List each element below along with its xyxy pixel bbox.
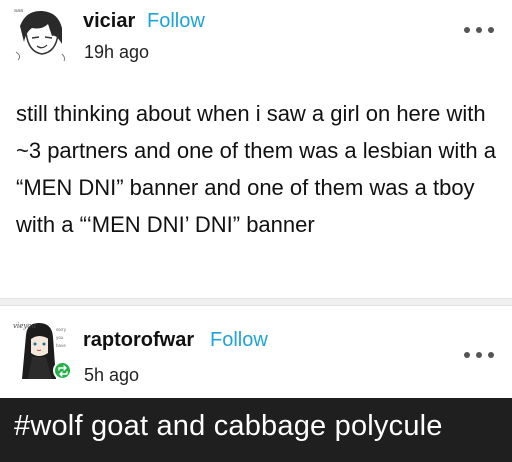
username[interactable]: viciar [83, 10, 135, 33]
post-viciar: aaa viciar Follow 19h ago still thinking… [0, 0, 512, 300]
svg-text:sorry: sorry [56, 327, 67, 332]
svg-text:aaa: aaa [14, 8, 23, 14]
more-dots-icon[interactable] [464, 350, 494, 360]
reblog-icon [53, 361, 72, 380]
tag-bar: #wolf goat and cabbage polycule [0, 398, 512, 462]
svg-text:vieyou: vieyou [13, 322, 37, 330]
svg-text:you: you [56, 335, 64, 340]
timestamp[interactable]: 19h ago [84, 42, 149, 63]
svg-text:have: have [56, 343, 66, 348]
post-raptorofwar: vieyou sorry you have raptorofwar Follow… [0, 305, 512, 395]
post-body: still thinking about when i saw a girl o… [16, 101, 497, 237]
avatar[interactable]: aaa [12, 4, 70, 62]
timestamp[interactable]: 5h ago [84, 365, 139, 386]
username[interactable]: raptorofwar [83, 329, 194, 352]
sketch-face-avatar-icon: aaa [12, 4, 70, 62]
more-dots-icon[interactable] [464, 25, 494, 35]
follow-button[interactable]: Follow [210, 329, 268, 352]
follow-button[interactable]: Follow [147, 10, 205, 33]
tag-link[interactable]: #wolf goat and cabbage polycule [14, 410, 443, 443]
